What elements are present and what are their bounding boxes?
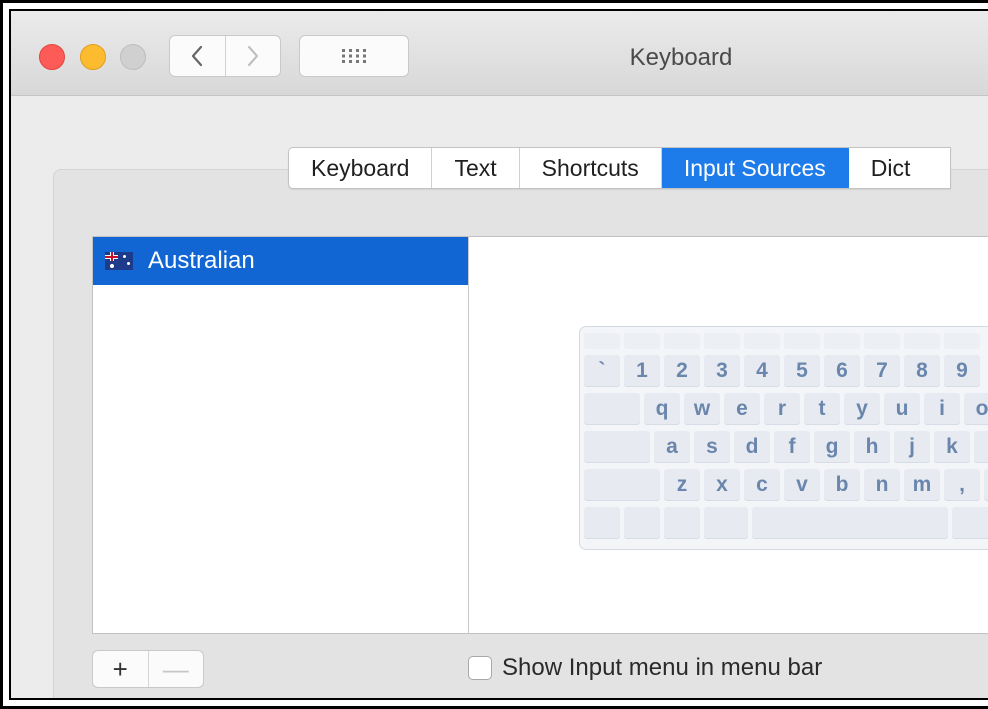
chevron-right-icon [247, 45, 258, 67]
fn-key [864, 333, 900, 349]
tab-keyboard[interactable]: Keyboard [289, 148, 433, 188]
key: a [654, 431, 690, 463]
show-input-menu-option: Show Input menu in menu bar [468, 654, 822, 682]
window-title: Keyboard [629, 44, 733, 71]
space-key [752, 507, 948, 539]
key: y [844, 393, 880, 425]
fn-key [824, 333, 860, 349]
fn-key [904, 333, 940, 349]
key: c [744, 469, 780, 501]
key: j [894, 431, 930, 463]
fn-modifier-key [584, 507, 620, 539]
control-key [624, 507, 660, 539]
close-button[interactable] [39, 44, 65, 70]
list-item-label: Australian [148, 247, 255, 274]
australia-flag-icon [105, 252, 133, 270]
fn-key [664, 333, 700, 349]
show-input-menu-label[interactable]: Show Input menu in menu bar [502, 654, 822, 682]
key: h [854, 431, 890, 463]
key: v [784, 469, 820, 501]
tab-dictation[interactable]: Dict [849, 148, 951, 188]
preferences-window: Keyboard Keyboard Text Shortcuts Input S… [9, 9, 988, 700]
tab-text[interactable]: Text [432, 148, 520, 188]
key: e [724, 393, 760, 425]
shift-key [584, 469, 660, 501]
key: 5 [784, 355, 820, 387]
key: d [734, 431, 770, 463]
key: r [764, 393, 800, 425]
keyboard-layout-preview: ` 1 2 3 4 5 6 7 8 9 q w e r t y u i o a … [579, 326, 988, 550]
tab-bar: Keyboard Text Shortcuts Input Sources Di… [288, 147, 952, 189]
keyboard-number-row: ` 1 2 3 4 5 6 7 8 9 [584, 355, 984, 387]
fn-key [944, 333, 980, 349]
key: n [864, 469, 900, 501]
keyboard-preview-pane: ` 1 2 3 4 5 6 7 8 9 q w e r t y u i o a … [468, 236, 988, 634]
key: 1 [624, 355, 660, 387]
key: 7 [864, 355, 900, 387]
key: t [804, 393, 840, 425]
key: 8 [904, 355, 940, 387]
show-all-button[interactable] [299, 35, 409, 77]
key: s [694, 431, 730, 463]
caps-lock-key [584, 431, 650, 463]
key: 6 [824, 355, 860, 387]
zoom-button[interactable] [120, 44, 146, 70]
tab-key [584, 393, 640, 425]
key [984, 469, 988, 501]
add-input-source-button[interactable]: + [93, 651, 148, 687]
grid-icon [342, 49, 366, 63]
back-button[interactable] [170, 36, 225, 76]
key: m [904, 469, 940, 501]
keyboard-home-row: a s d f g h j k [584, 431, 988, 463]
key: u [884, 393, 920, 425]
key: g [814, 431, 850, 463]
key: b [824, 469, 860, 501]
key: ` [584, 355, 620, 387]
keyboard-space-row [584, 507, 988, 539]
fn-key [584, 333, 620, 349]
fn-key [704, 333, 740, 349]
keyboard-bottom-letter-row: z x c v b n m , [584, 469, 988, 501]
option-key [664, 507, 700, 539]
navigation-buttons [169, 35, 281, 77]
fn-key [624, 333, 660, 349]
key: 9 [944, 355, 980, 387]
keyboard-function-row [584, 333, 984, 349]
key: 2 [664, 355, 700, 387]
key: q [644, 393, 680, 425]
show-input-menu-checkbox[interactable] [468, 656, 492, 680]
input-sources-list[interactable]: Australian [92, 236, 469, 634]
list-item-australian[interactable]: Australian [93, 237, 469, 285]
key: i [924, 393, 960, 425]
minimize-button[interactable] [80, 44, 106, 70]
fn-key [744, 333, 780, 349]
tab-input-sources[interactable]: Input Sources [661, 148, 849, 188]
key: k [934, 431, 970, 463]
key: f [774, 431, 810, 463]
key: w [684, 393, 720, 425]
key: 3 [704, 355, 740, 387]
command-key [952, 507, 988, 539]
keyboard-top-letter-row: q w e r t y u i o [584, 393, 988, 425]
key: z [664, 469, 700, 501]
fn-key [784, 333, 820, 349]
tab-shortcuts[interactable]: Shortcuts [520, 148, 662, 188]
remove-input-source-button[interactable]: — [147, 651, 204, 687]
key [974, 431, 988, 463]
title-bar: Keyboard [11, 11, 988, 96]
command-key [704, 507, 748, 539]
key: 4 [744, 355, 780, 387]
add-remove-buttons: + — [92, 650, 204, 688]
key: , [944, 469, 980, 501]
key: o [964, 393, 988, 425]
chevron-left-icon [192, 45, 203, 67]
forward-button[interactable] [224, 36, 281, 76]
key: x [704, 469, 740, 501]
